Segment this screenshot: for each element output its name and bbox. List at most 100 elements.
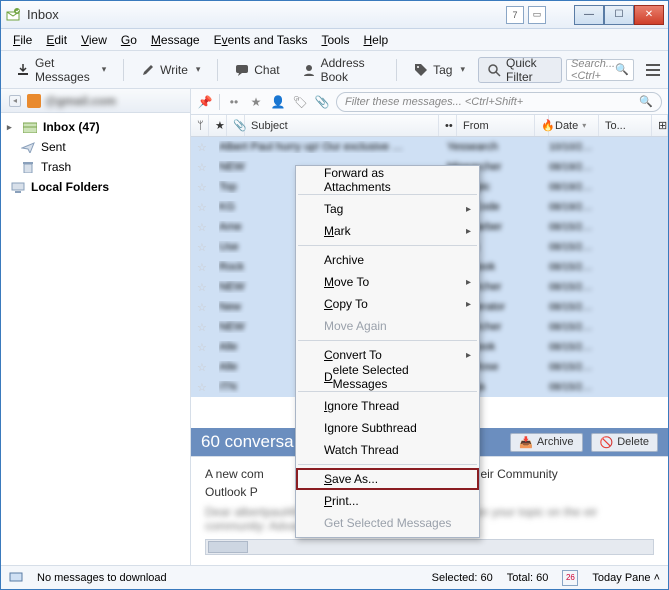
calendar-icon[interactable]: 26 — [562, 570, 578, 586]
row-subject: New — [219, 301, 241, 313]
col-to[interactable]: To... — [599, 115, 652, 136]
star-icon[interactable]: ☆ — [197, 141, 219, 154]
folder-label: Inbox (47) — [43, 120, 100, 134]
scrollbar-thumb[interactable] — [208, 541, 248, 553]
menu-go[interactable]: Go — [115, 31, 143, 49]
menu-message[interactable]: Message — [145, 31, 206, 49]
col-attach[interactable]: 📎 — [227, 115, 245, 136]
unread-filter-icon[interactable]: •• — [226, 94, 242, 110]
search-input[interactable]: Search... <Ctrl+ 🔍 — [566, 59, 634, 81]
star-icon[interactable]: ☆ — [197, 161, 219, 174]
attachment-filter-icon[interactable]: 📎 — [314, 94, 330, 110]
col-junk[interactable]: 🔥 — [535, 115, 549, 136]
today-pane-toggle[interactable]: Today Pane ˄ — [592, 572, 660, 584]
address-book-label: Address Book — [321, 56, 380, 84]
search-glass-icon: 🔍 — [615, 63, 629, 76]
star-icon[interactable]: ☆ — [197, 201, 219, 214]
col-thread[interactable]: ᛘ — [191, 115, 209, 136]
folder-trash[interactable]: Trash — [1, 157, 190, 177]
star-icon[interactable]: ☆ — [197, 301, 219, 314]
delete-button[interactable]: 🚫Delete — [591, 433, 659, 452]
context-menu-item[interactable]: Forward as Attachments — [296, 169, 479, 191]
tab-close-icon[interactable]: ◂ — [9, 95, 21, 107]
inbox-icon — [23, 121, 37, 133]
folder-sidebar: ◂ @gmail.com ▸ Inbox (47) Sent Trash — [1, 89, 191, 565]
calendar-month-icon[interactable]: ▭ — [528, 6, 546, 24]
row-subject: NEW — [219, 321, 245, 333]
context-menu-item[interactable]: Ignore Subthread — [296, 417, 479, 439]
menubar: File Edit View Go Message Events and Tas… — [1, 29, 668, 51]
menu-tools[interactable]: Tools — [315, 31, 355, 49]
calendar-day-icon[interactable]: 7 — [506, 6, 524, 24]
close-button[interactable]: ✕ — [634, 5, 664, 25]
menu-file[interactable]: File — [7, 31, 38, 49]
folder-inbox[interactable]: ▸ Inbox (47) — [1, 117, 190, 137]
folder-label: Trash — [41, 160, 71, 174]
tag-filter-icon[interactable]: 🏷 — [292, 94, 308, 110]
context-menu-item: Get Selected Messages — [296, 512, 479, 534]
col-subject[interactable]: Subject — [245, 115, 439, 136]
star-filter-icon[interactable]: ★ — [248, 94, 264, 110]
menu-view[interactable]: View — [75, 31, 113, 49]
tag-icon — [414, 63, 428, 77]
star-icon[interactable]: ☆ — [197, 361, 219, 374]
local-folders[interactable]: ▸ Local Folders — [1, 177, 190, 197]
col-star[interactable]: ★ — [209, 115, 227, 136]
twisty-icon[interactable]: ▸ — [0, 182, 5, 193]
folder-label: Sent — [41, 140, 66, 154]
star-icon[interactable]: ☆ — [197, 321, 219, 334]
star-icon[interactable]: ☆ — [197, 261, 219, 274]
col-picker[interactable]: ⊞ — [652, 115, 668, 136]
hamburger-menu-icon[interactable] — [644, 59, 662, 81]
archive-button[interactable]: 📥Archive — [510, 433, 582, 452]
get-messages-button[interactable]: Get Messages — [7, 57, 115, 83]
twisty-icon[interactable]: ▸ — [7, 122, 17, 133]
menu-edit[interactable]: Edit — [40, 31, 73, 49]
account-tab[interactable]: ◂ @gmail.com — [1, 89, 190, 113]
menu-events[interactable]: Events and Tasks — [208, 31, 314, 49]
tag-button[interactable]: Tag — [405, 57, 474, 83]
context-menu-item[interactable]: Print... — [296, 490, 479, 512]
selection-count: 60 conversa — [201, 432, 294, 452]
star-icon[interactable]: ☆ — [197, 241, 219, 254]
star-icon[interactable]: ☆ — [197, 381, 219, 394]
titlebar: Inbox 7 ▭ — ☐ ✕ — [1, 1, 668, 29]
contact-filter-icon[interactable]: 👤 — [270, 94, 286, 110]
folder-sent[interactable]: Sent — [1, 137, 190, 157]
context-menu-item[interactable]: Copy To — [296, 293, 479, 315]
context-menu-item[interactable]: Delete Selected Messages — [296, 366, 479, 388]
context-menu-item[interactable]: Ignore Thread — [296, 395, 479, 417]
star-icon[interactable]: ☆ — [197, 341, 219, 354]
menu-help[interactable]: Help — [357, 31, 394, 49]
star-icon[interactable]: ☆ — [197, 221, 219, 234]
context-menu-item[interactable]: Tag — [296, 198, 479, 220]
chat-icon — [235, 63, 249, 77]
filter-input[interactable]: Filter these messages... <Ctrl+Shift+ 🔍 — [336, 92, 662, 112]
context-menu-item[interactable]: Archive — [296, 249, 479, 271]
context-menu-item[interactable]: Save As... — [296, 468, 479, 490]
col-date[interactable]: Date — [549, 115, 599, 136]
chat-button[interactable]: Chat — [226, 57, 288, 83]
col-from[interactable]: From — [457, 115, 535, 136]
row-subject: Top — [219, 181, 237, 193]
minimize-button[interactable]: — — [574, 5, 604, 25]
write-button[interactable]: Write — [132, 57, 209, 83]
local-folders-label: Local Folders — [31, 180, 109, 194]
row-subject: Rock — [219, 261, 244, 273]
context-menu-item[interactable]: Mark — [296, 220, 479, 242]
col-read[interactable]: •• — [439, 115, 457, 136]
context-menu-item[interactable]: Move To — [296, 271, 479, 293]
row-subject: Ame — [219, 221, 242, 233]
quick-filter-button[interactable]: Quick Filter — [478, 57, 562, 83]
column-headers: ᛘ ★ 📎 Subject •• From 🔥 Date To... ⊞ — [191, 115, 668, 137]
context-menu-item[interactable]: Watch Thread — [296, 439, 479, 461]
star-icon[interactable]: ☆ — [197, 181, 219, 194]
pin-icon[interactable]: 📌 — [197, 94, 213, 110]
horizontal-scrollbar[interactable] — [205, 539, 654, 555]
address-book-button[interactable]: Address Book — [293, 57, 389, 83]
maximize-button[interactable]: ☐ — [604, 5, 634, 25]
star-icon[interactable]: ☆ — [197, 281, 219, 294]
app-icon — [5, 7, 21, 23]
table-row[interactable]: ☆Albert Paul hurry up! Our exclusive …Ye… — [191, 137, 668, 157]
delete-icon: 🚫 — [600, 436, 614, 449]
